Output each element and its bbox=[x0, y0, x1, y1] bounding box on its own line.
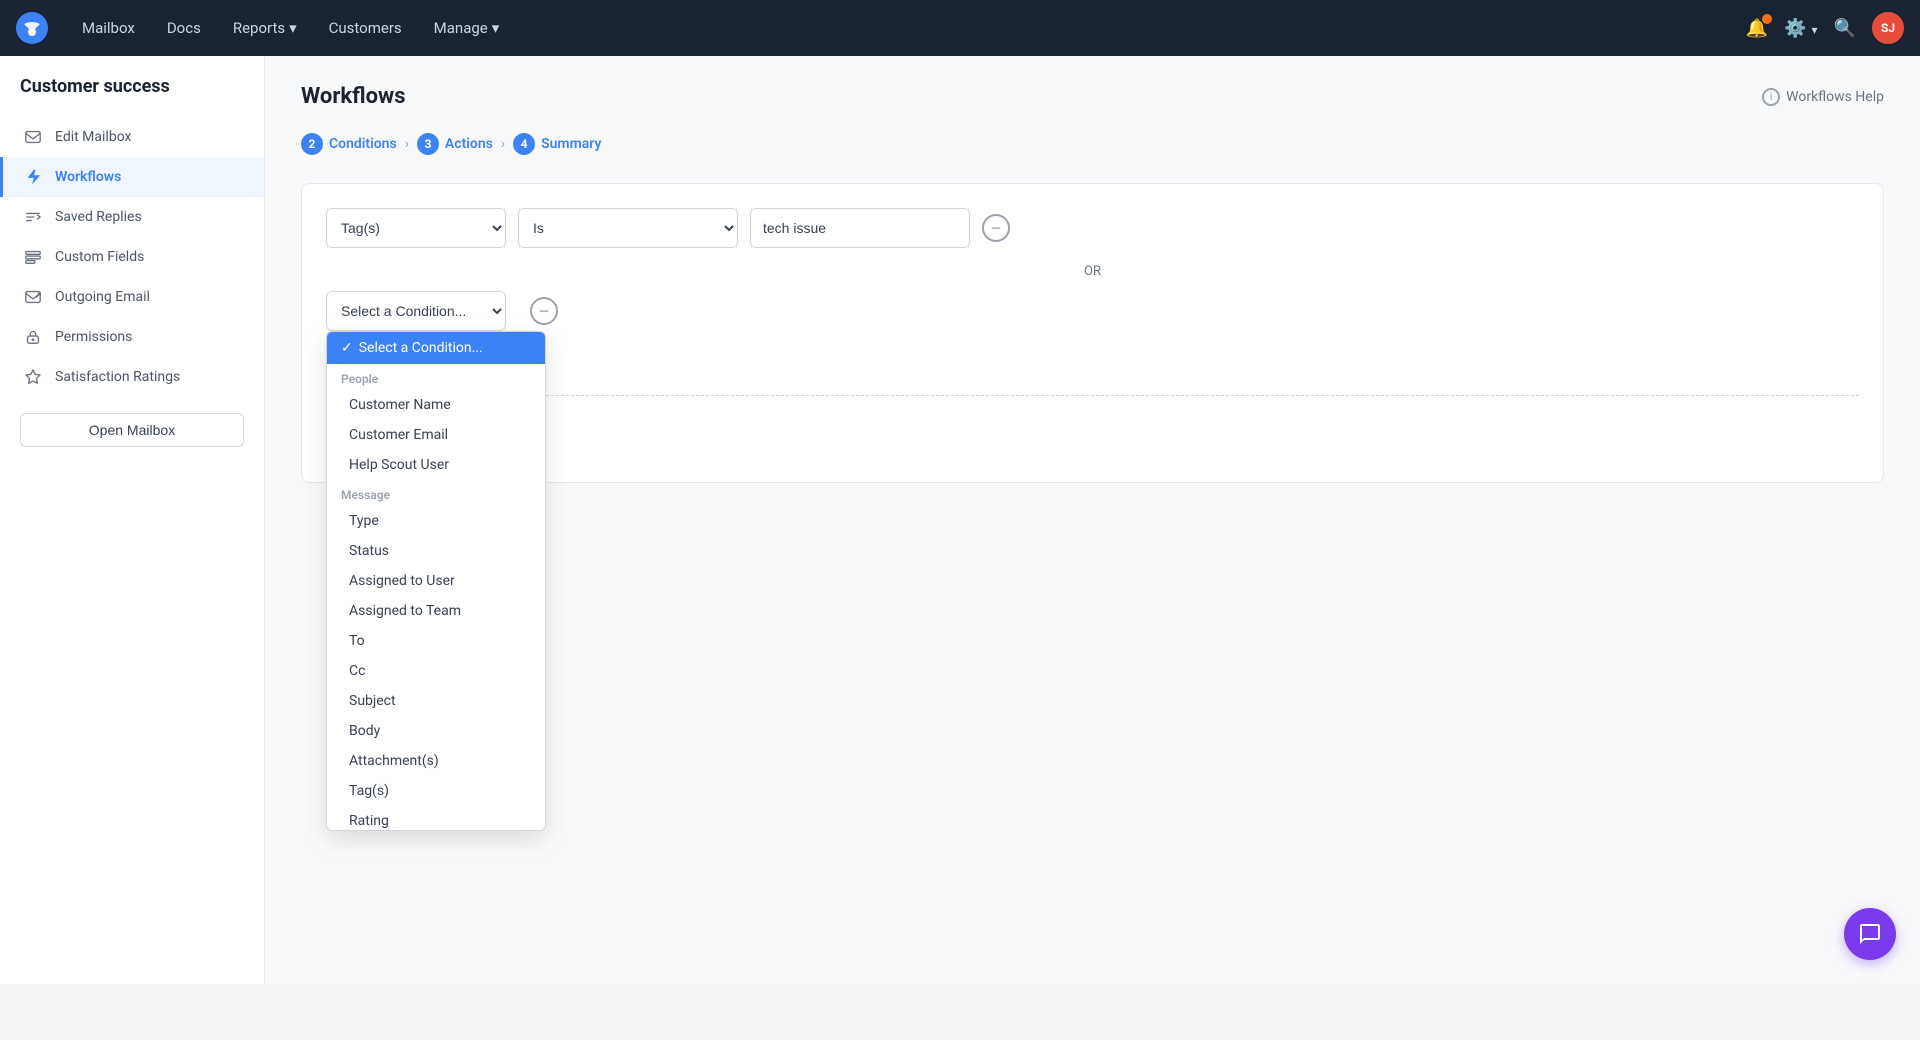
condition-dropdown-menu: ✓ Select a Condition... People Customer … bbox=[326, 331, 546, 831]
condition-value-input-1[interactable] bbox=[750, 208, 970, 248]
step-label-actions: Actions bbox=[445, 136, 493, 152]
sidebar: Customer success Edit Mailbox Workflows … bbox=[0, 56, 265, 984]
checkmark-icon: ✓ bbox=[341, 340, 353, 356]
sidebar-label-workflows: Workflows bbox=[55, 169, 121, 185]
step-conditions[interactable]: 2 Conditions bbox=[301, 133, 397, 155]
sidebar-label-satisfaction-ratings: Satisfaction Ratings bbox=[55, 369, 180, 385]
outgoing-icon bbox=[23, 287, 43, 307]
info-icon: i bbox=[1762, 88, 1780, 106]
sidebar-item-custom-fields[interactable]: Custom Fields bbox=[0, 237, 264, 277]
and-divider bbox=[326, 395, 1859, 396]
dropdown-group-people: People bbox=[327, 364, 545, 390]
settings-button[interactable]: ⚙️ ▾ bbox=[1784, 18, 1817, 39]
sidebar-label-permissions: Permissions bbox=[55, 329, 132, 345]
dropdown-option-customer-email[interactable]: Customer Email bbox=[327, 420, 545, 450]
dropdown-option-customer-name[interactable]: Customer Name bbox=[327, 390, 545, 420]
dropdown-option-status[interactable]: Status bbox=[327, 536, 545, 566]
dropdown-option-to[interactable]: To bbox=[327, 626, 545, 656]
sidebar-item-workflows[interactable]: Workflows bbox=[0, 157, 264, 197]
help-link[interactable]: i Workflows Help bbox=[1762, 88, 1884, 106]
reply-icon bbox=[23, 207, 43, 227]
page-title: Workflows bbox=[301, 84, 406, 109]
envelope-icon bbox=[23, 127, 43, 147]
step-label-summary: Summary bbox=[541, 136, 601, 152]
chat-support-button[interactable] bbox=[1844, 908, 1896, 960]
condition-row-2: Select a Condition... ✓ Select a Conditi… bbox=[326, 291, 1859, 331]
dropdown-option-assigned-to-team[interactable]: Assigned to Team bbox=[327, 596, 545, 626]
step-arrow-2: › bbox=[501, 136, 505, 152]
lightning-icon bbox=[23, 167, 43, 187]
star-icon bbox=[23, 367, 43, 387]
condition-operator-select-1[interactable]: Is bbox=[518, 208, 738, 248]
chevron-down-icon: ▾ bbox=[289, 19, 297, 37]
dropdown-option-tags[interactable]: Tag(s) bbox=[327, 776, 545, 806]
condition-field-select-1[interactable]: Tag(s) bbox=[326, 208, 506, 248]
condition-field-select-2[interactable]: Select a Condition... bbox=[326, 291, 506, 331]
dropdown-selected-item[interactable]: ✓ Select a Condition... bbox=[327, 332, 545, 364]
app-logo[interactable] bbox=[16, 12, 48, 44]
sidebar-item-permissions[interactable]: Permissions bbox=[0, 317, 264, 357]
or-separator: OR bbox=[326, 264, 1859, 279]
nav-docs[interactable]: Docs bbox=[153, 13, 215, 43]
sidebar-label-outgoing-email: Outgoing Email bbox=[55, 289, 150, 305]
remove-condition-2-button[interactable]: − bbox=[530, 297, 558, 325]
sidebar-item-saved-replies[interactable]: Saved Replies bbox=[0, 197, 264, 237]
step-arrow-1: › bbox=[405, 136, 409, 152]
dropdown-option-subject[interactable]: Subject bbox=[327, 686, 545, 716]
dropdown-option-cc[interactable]: Cc bbox=[327, 656, 545, 686]
step-actions[interactable]: 3 Actions bbox=[417, 133, 493, 155]
step-label-conditions: Conditions bbox=[329, 136, 397, 152]
top-navigation: Mailbox Docs Reports ▾ Customers Manage … bbox=[0, 0, 1920, 56]
fields-icon bbox=[23, 247, 43, 267]
condition-dropdown-container: Select a Condition... ✓ Select a Conditi… bbox=[326, 291, 506, 331]
dropdown-option-help-scout-user[interactable]: Help Scout User bbox=[327, 450, 545, 480]
step-summary[interactable]: 4 Summary bbox=[513, 133, 601, 155]
nav-reports[interactable]: Reports ▾ bbox=[219, 13, 311, 43]
lock-icon bbox=[23, 327, 43, 347]
notifications-button[interactable]: 🔔 bbox=[1746, 18, 1768, 39]
user-avatar[interactable]: SJ bbox=[1872, 12, 1904, 44]
dropdown-option-assigned-to-user[interactable]: Assigned to User bbox=[327, 566, 545, 596]
sidebar-item-satisfaction-ratings[interactable]: Satisfaction Ratings bbox=[0, 357, 264, 397]
sidebar-item-outgoing-email[interactable]: Outgoing Email bbox=[0, 277, 264, 317]
nav-right: 🔔 ⚙️ ▾ 🔍 SJ bbox=[1746, 12, 1904, 44]
remove-condition-1-button[interactable]: − bbox=[982, 214, 1010, 242]
step-num-2: 2 bbox=[301, 133, 323, 155]
dropdown-option-rating[interactable]: Rating bbox=[327, 806, 545, 831]
dropdown-option-type[interactable]: Type bbox=[327, 506, 545, 536]
step-num-3: 3 bbox=[417, 133, 439, 155]
page-layout: Customer success Edit Mailbox Workflows … bbox=[0, 56, 1920, 984]
sidebar-label-saved-replies: Saved Replies bbox=[55, 209, 142, 225]
nav-customers[interactable]: Customers bbox=[315, 13, 416, 43]
condition-row-1: Tag(s) Is − bbox=[326, 208, 1859, 248]
chevron-down-icon: ▾ bbox=[492, 19, 500, 37]
notification-badge bbox=[1762, 14, 1772, 24]
dropdown-option-attachments[interactable]: Attachment(s) bbox=[327, 746, 545, 776]
search-button[interactable]: 🔍 bbox=[1834, 18, 1856, 39]
sidebar-title: Customer success bbox=[0, 76, 264, 117]
open-mailbox-button[interactable]: Open Mailbox bbox=[20, 413, 244, 447]
sidebar-label-custom-fields: Custom Fields bbox=[55, 249, 144, 265]
nav-mailbox[interactable]: Mailbox bbox=[68, 13, 149, 43]
breadcrumb-steps: 2 Conditions › 3 Actions › 4 Summary bbox=[301, 133, 1884, 155]
dropdown-option-body[interactable]: Body bbox=[327, 716, 545, 746]
nav-items: Mailbox Docs Reports ▾ Customers Manage … bbox=[68, 13, 1746, 43]
workflow-conditions-area: Tag(s) Is − OR Select a Condition... bbox=[301, 183, 1884, 483]
sidebar-label-edit-mailbox: Edit Mailbox bbox=[55, 129, 131, 145]
main-content: Workflows i Workflows Help 2 Conditions … bbox=[265, 56, 1920, 984]
sidebar-item-edit-mailbox[interactable]: Edit Mailbox bbox=[0, 117, 264, 157]
dropdown-group-message: Message bbox=[327, 480, 545, 506]
step-num-4: 4 bbox=[513, 133, 535, 155]
nav-manage[interactable]: Manage ▾ bbox=[420, 13, 514, 43]
page-header: Workflows i Workflows Help bbox=[301, 84, 1884, 109]
